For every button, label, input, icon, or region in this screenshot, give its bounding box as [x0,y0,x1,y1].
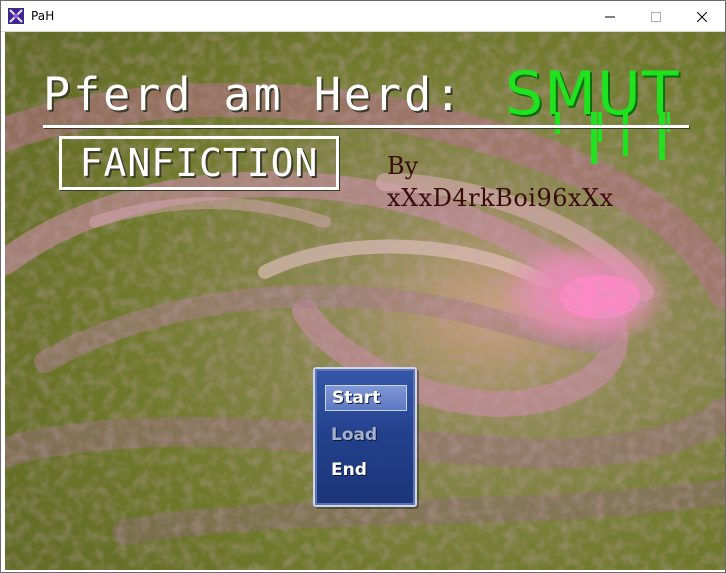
subtitle-text: FANFICTION [79,141,319,185]
game-title: Pferd am Herd: [43,68,465,121]
maximize-icon [651,7,661,26]
menu-item-load[interactable]: Load [325,422,407,448]
rpg-maker-icon [7,7,25,25]
title-underline [43,125,689,128]
close-icon [696,7,708,26]
maximize-button[interactable] [633,1,679,31]
title-menu: Start Load End [313,367,417,507]
slime-drips-decoration [555,112,670,164]
close-button[interactable] [679,1,725,31]
menu-item-end[interactable]: End [325,457,407,483]
minimize-button[interactable] [587,1,633,31]
byline-by: By [387,152,419,180]
menu-item-start[interactable]: Start [325,385,407,411]
game-screen[interactable]: Pferd am Herd: SMUT FANFICTION By xXxD4r… [5,32,725,570]
title-bar[interactable]: PaH [1,1,725,32]
window-controls [587,1,725,31]
window-title: PaH [31,9,55,23]
subtitle-box: FANFICTION [59,136,339,190]
minimize-icon [605,7,615,26]
byline-author: xXxD4rkBoi96xXx [387,184,614,212]
app-window: PaH Pferd am Herd: SMUT FANFICTION By xX… [0,0,726,573]
